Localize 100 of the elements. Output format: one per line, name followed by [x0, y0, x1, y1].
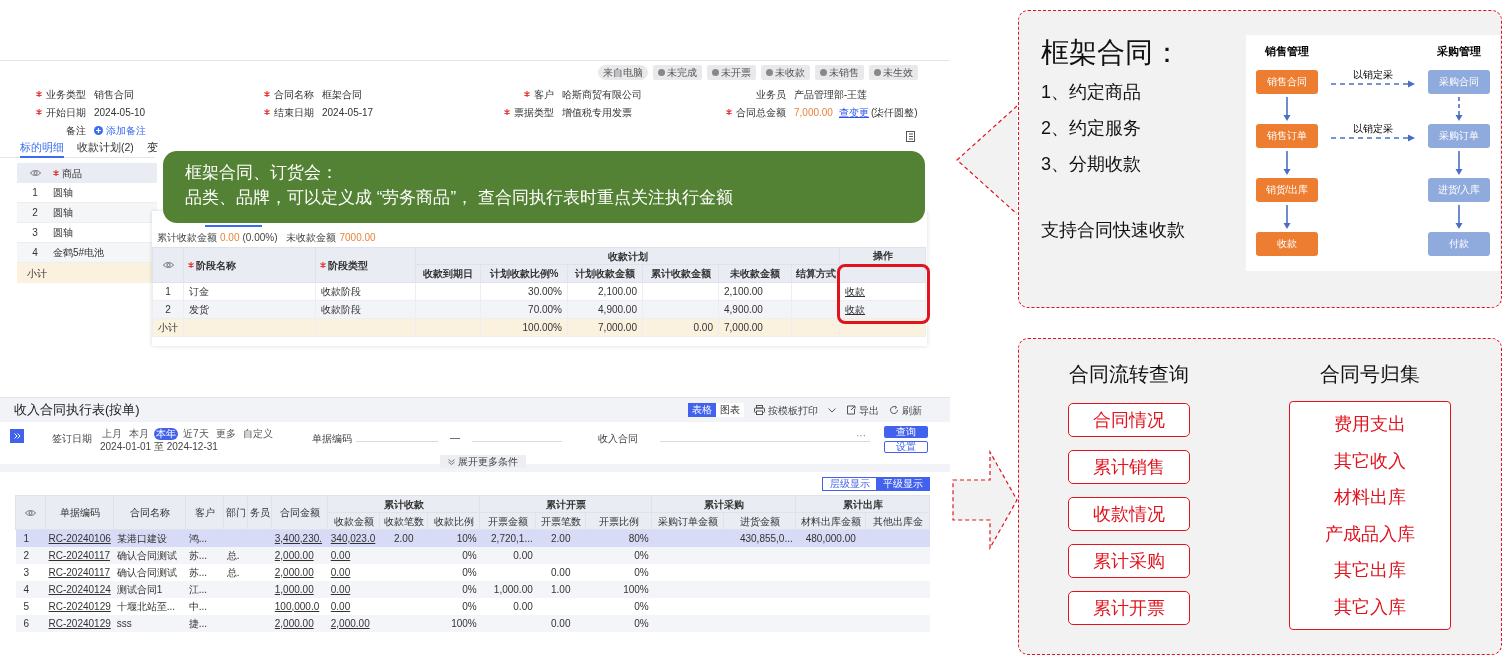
field-value: 增值税专用发票	[562, 105, 632, 120]
column-header: 进货金额	[739, 515, 780, 527]
display-mode-tab[interactable]: 平级显示	[876, 478, 929, 490]
table-link[interactable]: 0.00	[330, 600, 351, 612]
section-heading: 合同流转查询	[1069, 362, 1189, 387]
query-button[interactable]: 查询	[884, 426, 928, 438]
table-link[interactable]: 1,000.00	[274, 583, 314, 595]
column-settings-icon[interactable]	[906, 131, 915, 142]
field-label: 开始日期	[46, 105, 86, 120]
settings-button[interactable]: 设置	[884, 441, 928, 453]
refresh-icon	[889, 405, 899, 415]
table-link[interactable]: 2,000.00	[330, 617, 370, 629]
table-cell: 收款阶段	[321, 304, 361, 315]
column-header: 开票比例	[598, 515, 639, 527]
flow-step: 采购合同	[1428, 69, 1490, 94]
tab[interactable]: 收款计划(2)	[77, 140, 134, 158]
flow-step: 销货/出库	[1256, 177, 1318, 202]
feature-item: 1、约定商品	[1041, 81, 1142, 104]
row-number: 2	[31, 206, 39, 220]
column-header: 材料出库金额	[800, 515, 861, 527]
table-cell-text: 圆轴	[53, 226, 73, 240]
chevron-down-icon[interactable]	[828, 407, 836, 413]
table-link[interactable]: RC-20240117	[48, 549, 111, 561]
view-tab[interactable]: 图表	[716, 403, 744, 417]
status-tag[interactable]: 未生效	[869, 65, 918, 80]
change-link[interactable]: 查变更	[838, 104, 869, 120]
field-label: 备注	[66, 123, 86, 138]
column-header: 商品	[62, 166, 82, 181]
column-header: 开票金额	[487, 515, 528, 527]
table-link[interactable]: RC-20240117	[48, 566, 111, 578]
flow-step: 付款	[1428, 231, 1490, 256]
table-link[interactable]: 340,023.0	[330, 532, 376, 544]
link-label: 以销定采	[1353, 122, 1393, 134]
table-link[interactable]: 2,000.00	[274, 617, 314, 629]
table-link[interactable]: RC-20240124	[48, 583, 111, 595]
contract-field[interactable]: ···	[660, 428, 870, 442]
tab[interactable]: 标的明细	[20, 140, 64, 158]
table-cell-text: 金鹤5#电池	[53, 246, 105, 260]
table-link[interactable]: 2,000.00	[274, 566, 314, 578]
panel-footer: 支持合同快速收款	[1041, 217, 1244, 243]
summary-value: 7000.00	[339, 230, 376, 245]
section-heading: 合同号归集	[1320, 362, 1420, 387]
status-tag[interactable]: 未开票	[707, 65, 756, 80]
table-cell: 70.00%	[528, 304, 562, 315]
table-link[interactable]: 2,000.00	[274, 549, 314, 561]
eye-icon[interactable]	[29, 169, 41, 177]
link-label: 以销定采	[1353, 68, 1393, 80]
table-link[interactable]: 0.00	[330, 583, 351, 595]
filter-label: 签订日期	[52, 432, 92, 446]
query-item-button[interactable]: 合同情况	[1068, 403, 1190, 437]
column-header: 部门	[225, 507, 246, 518]
status-tag[interactable]: 来自电脑	[598, 65, 648, 80]
table-link[interactable]: RC-20240106	[48, 532, 111, 544]
column-header: 操作	[872, 249, 893, 263]
status-tag[interactable]: 未销售	[815, 65, 864, 80]
table-link[interactable]: 0.00	[330, 549, 351, 561]
view-tab[interactable]: 表格	[688, 403, 716, 417]
add-note-button[interactable]: 添加备注	[94, 122, 146, 138]
flow-step: 销售合同	[1256, 69, 1318, 94]
table-link[interactable]: RC-20240129	[48, 617, 111, 629]
filter-label: 收入合同	[598, 432, 638, 446]
query-item-button[interactable]: 收款情况	[1068, 497, 1190, 531]
collect-link[interactable]: 收款	[845, 286, 866, 297]
table-link[interactable]: 100,000.0	[274, 600, 320, 612]
query-item-button[interactable]: 累计销售	[1068, 450, 1190, 484]
table-cell: 2,100.00	[724, 286, 763, 297]
date-preset[interactable]: 自定义	[240, 428, 275, 440]
date-preset[interactable]: 更多	[213, 428, 238, 440]
panel-title: 框架合同：	[1041, 36, 1182, 70]
date-preset[interactable]: 上月	[100, 428, 124, 440]
table-cell: 收款阶段	[321, 286, 361, 297]
column-header: 结算方式	[795, 267, 836, 281]
field-label: 票据类型	[514, 105, 554, 120]
date-preset[interactable]: 本年	[154, 428, 178, 440]
expand-conditions-button[interactable]: 展开更多条件	[440, 455, 526, 468]
eye-icon[interactable]	[25, 508, 36, 517]
column-header: 采购订单金额	[657, 515, 718, 527]
status-tag[interactable]: 未完成	[653, 65, 702, 80]
status-tag[interactable]: 未收款	[761, 65, 810, 80]
table-link[interactable]: RC-20240129	[48, 600, 111, 612]
date-preset[interactable]: 本月	[127, 428, 151, 440]
table-cell: 7,000.00	[598, 322, 637, 333]
query-item-button[interactable]: 累计采购	[1068, 544, 1190, 578]
query-item-button[interactable]: 累计开票	[1068, 591, 1190, 625]
table-cell: 发货	[189, 304, 209, 315]
eye-icon[interactable]	[162, 261, 174, 269]
expand-sidebar-button[interactable]	[10, 429, 24, 443]
tab[interactable]: 变	[146, 140, 158, 158]
field-label: 结束日期	[274, 105, 314, 120]
collect-link[interactable]: 收款	[845, 304, 866, 315]
toolbar-button[interactable]: 导出	[846, 402, 879, 418]
flow-step: 销售订单	[1256, 123, 1318, 148]
down-arrow-icon	[1455, 204, 1463, 229]
table-link[interactable]: 0.00	[330, 566, 351, 578]
toolbar-button[interactable]: 刷新	[889, 402, 922, 418]
column-header: 合同名称	[129, 507, 170, 518]
date-preset[interactable]: 近7天	[181, 428, 211, 440]
table-link[interactable]: 3,400,230.	[274, 532, 323, 544]
toolbar-button[interactable]: 按模板打印	[754, 402, 818, 418]
field-label: 合同名称	[274, 87, 314, 102]
